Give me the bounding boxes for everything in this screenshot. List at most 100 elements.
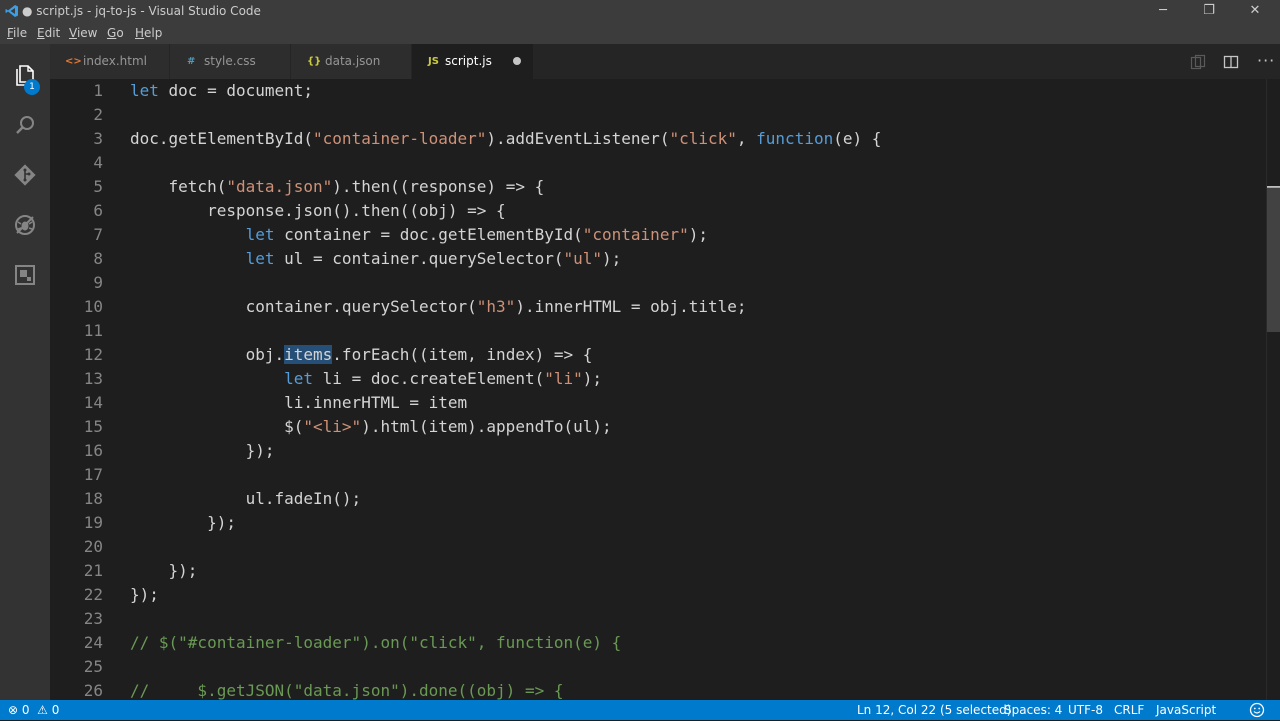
code-line[interactable]: 11 [50,319,1266,343]
code-line[interactable]: 20 [50,535,1266,559]
split-editor-icon[interactable] [1223,54,1239,74]
search-button[interactable] [0,102,50,148]
code-line[interactable]: 17 [50,463,1266,487]
close-button[interactable]: ✕ [1232,0,1278,22]
line-number: 10 [83,297,103,316]
menu-view[interactable]: View [69,26,97,40]
editor-tabs: <> index.html # style.css {} data.json J… [50,44,1280,79]
line-number: 20 [83,537,103,556]
menu-bar: File Edit View Go Help [0,22,1280,44]
tab-label: index.html [83,54,147,68]
debug-button[interactable] [0,202,50,248]
line-endings[interactable]: CRLF [1114,703,1144,717]
code-line[interactable]: 24 // $("#container-loader").on("click", … [50,631,1266,655]
line-number: 2 [93,105,103,124]
code-text: li.innerHTML = item [130,393,468,412]
line-number: 18 [83,489,103,508]
code-line[interactable]: 6 response.json().then((obj) => { [50,199,1266,223]
explorer-button[interactable]: 1 [0,52,50,98]
code-text: }); [130,561,198,580]
menu-help[interactable]: Help [135,26,162,40]
line-number: 3 [93,129,103,148]
code-line[interactable]: 22}); [50,583,1266,607]
tab-label: script.js [445,54,492,68]
error-icon: ⊗ [8,703,19,717]
code-line[interactable]: 16 }); [50,439,1266,463]
code-line[interactable]: 1 let doc = document; [50,79,1266,103]
code-line[interactable]: 10 container.querySelector("h3").innerHT… [50,295,1266,319]
minimize-button[interactable]: ─ [1140,0,1186,22]
code-text: fetch("data.json").then((response) => { [130,177,545,196]
cursor-position[interactable]: Ln 12, Col 22 (5 selected) [857,703,1011,717]
code-text: response.json().then((obj) => { [130,201,506,220]
explorer-badge: 1 [24,79,40,95]
code-text: let li = doc.createElement("li"); [284,369,603,388]
code-line[interactable]: 8 let ul = container.querySelector("ul")… [50,247,1266,271]
line-number: 24 [83,633,103,652]
code-line[interactable]: 23 [50,607,1266,631]
code-line[interactable]: 4 [50,151,1266,175]
code-text: }); [130,585,159,604]
text-selection[interactable]: items [284,345,333,364]
tab-index-html[interactable]: <> index.html [50,44,170,79]
extensions-icon [15,265,35,285]
code-text: }); [130,441,275,460]
code-text: ul.fadeIn(); [130,489,362,508]
code-text: // $("#container-loader").on("click", fu… [130,633,622,652]
code-line[interactable]: 15 $("<li>").html(item).appendTo(ul); [50,415,1266,439]
menu-file[interactable]: File [7,26,27,40]
code-line[interactable]: 18 ul.fadeIn(); [50,487,1266,511]
code-line[interactable]: 3 doc.getElementById("container-loader").… [50,127,1266,151]
code-text: container.querySelector("h3").innerHTML … [130,297,747,316]
smiley-icon[interactable] [1249,702,1265,721]
line-number: 1 [93,81,103,100]
source-control-button[interactable] [0,152,50,198]
scrollbar-thumb[interactable] [1267,187,1280,332]
extensions-button[interactable] [0,252,50,298]
code-line[interactable]: 13 let li = doc.createElement("li"); [50,367,1266,391]
code-line[interactable]: 9 [50,271,1266,295]
source-control-icon [14,164,36,186]
language-mode[interactable]: JavaScript [1156,703,1216,717]
line-number: 14 [83,393,103,412]
code-line[interactable]: 2 [50,103,1266,127]
restore-button[interactable]: ❐ [1186,0,1232,22]
editor-scrollbar[interactable] [1266,79,1280,700]
code-line[interactable]: 12 obj.items.forEach((item, index) => { [50,343,1266,367]
problems-indicator[interactable]: ⊗ 0 ⚠ 0 [8,703,59,717]
open-changes-icon[interactable] [1190,54,1206,74]
tab-data-json[interactable]: {} data.json [291,44,412,79]
code-editor[interactable]: 1 let doc = document; 2 3 doc.getElementById… [50,79,1266,700]
line-number: 25 [83,657,103,676]
line-number: 7 [93,225,103,244]
indentation[interactable]: Spaces: 4 [1004,703,1062,717]
debug-icon [15,215,35,235]
window-title: ● script.js - jq-to-js - Visual Studio C… [22,4,261,18]
tab-script-js[interactable]: JS script.js [412,44,534,79]
code-line[interactable]: 26 // $.getJSON("data.json").done((obj) =… [50,679,1266,700]
tab-style-css[interactable]: # style.css [170,44,291,79]
code-text: }); [130,513,236,532]
code-text: let doc = document; [130,81,314,100]
tab-label: data.json [325,54,381,68]
file-encoding[interactable]: UTF-8 [1068,703,1103,717]
line-number: 26 [83,681,103,700]
title-bar: ● script.js - jq-to-js - Visual Studio C… [0,0,1280,22]
code-line[interactable]: 7 let container = doc.getElementById("co… [50,223,1266,247]
menu-go[interactable]: Go [107,26,124,40]
js-file-icon: JS [428,56,439,67]
more-actions-icon[interactable]: ··· [1257,51,1275,70]
code-text: // $.getJSON("data.json").done((obj) => … [130,681,564,700]
tab-label: style.css [204,54,256,68]
code-line[interactable]: 5 fetch("data.json").then((response) => … [50,175,1266,199]
code-line[interactable]: 25 [50,655,1266,679]
code-line[interactable]: 21 }); [50,559,1266,583]
code-line[interactable]: 14 li.innerHTML = item [50,391,1266,415]
code-line[interactable]: 19 }); [50,511,1266,535]
unsaved-dot-icon[interactable] [513,57,521,65]
code-text: doc.getElementById("container-loader").a… [130,129,882,148]
line-number: 13 [83,369,103,388]
code-text: let container = doc.getElementById("cont… [245,225,708,244]
line-number: 6 [93,201,103,220]
menu-edit[interactable]: Edit [37,26,60,40]
